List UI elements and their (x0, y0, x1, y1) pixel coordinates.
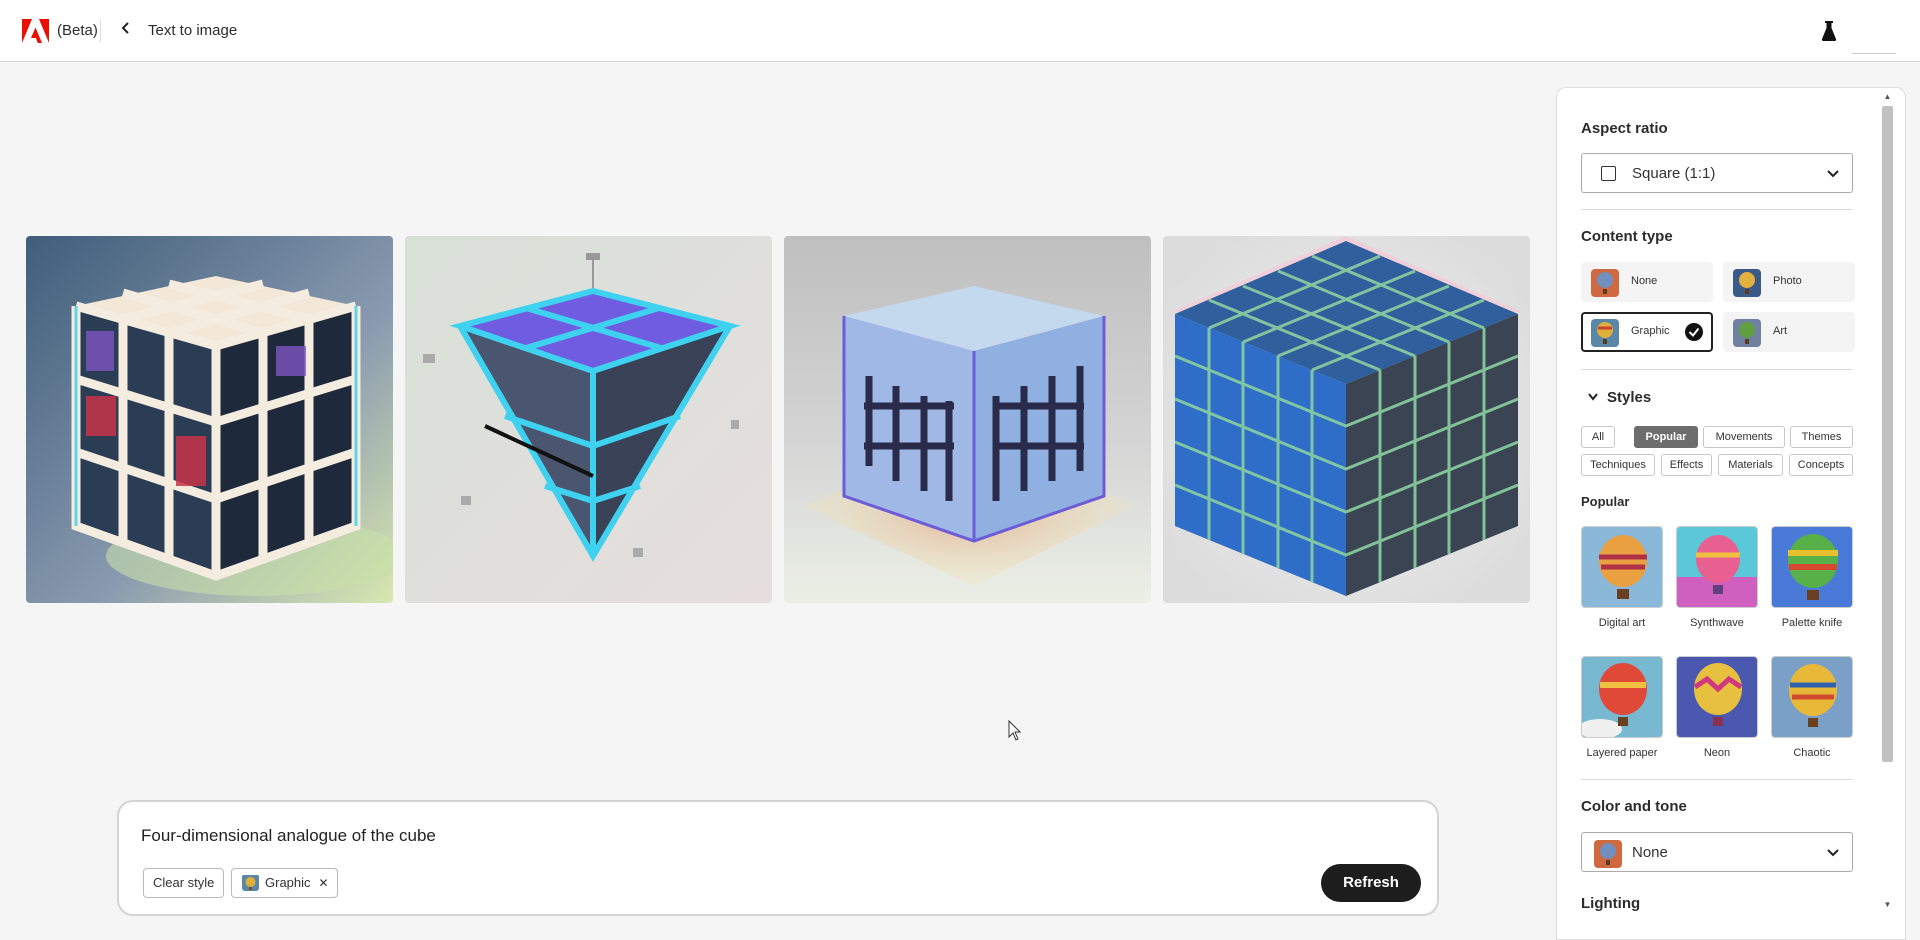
balloon-style-thumbnail-icon (1771, 656, 1853, 738)
mouse-pointer-icon (1008, 720, 1022, 741)
generated-image-2[interactable] (405, 236, 772, 603)
balloon-style-thumbnail-icon (1676, 526, 1758, 608)
avatar[interactable] (1852, 8, 1896, 54)
chevron-down-icon (1587, 392, 1599, 405)
style-tag-materials[interactable]: Materials (1718, 454, 1783, 476)
content-type-label: Graphic (1631, 325, 1670, 337)
refresh-button[interactable]: Refresh (1321, 864, 1421, 902)
square-ratio-icon (1601, 166, 1616, 181)
generated-image-4[interactable] (1163, 236, 1530, 603)
aspect-ratio-dropdown[interactable]: Square (1:1) (1581, 153, 1853, 193)
applied-style-chip[interactable]: Graphic ✕ (231, 868, 338, 898)
balloon-thumbnail-icon (1733, 319, 1761, 347)
back-chevron-icon[interactable] (116, 20, 136, 42)
aspect-ratio-title: Aspect ratio (1581, 120, 1668, 137)
balloon-thumbnail-icon (1591, 269, 1619, 297)
style-card-label: Chaotic (1793, 747, 1831, 759)
style-card-label: Neon (1703, 747, 1731, 759)
top-bar: (Beta) Text to image (0, 0, 1920, 62)
page-title: Text to image (148, 22, 238, 39)
section-divider (1581, 369, 1853, 370)
selected-check-icon (1685, 323, 1703, 341)
lighting-title: Lighting (1581, 895, 1641, 912)
style-card-synthwave[interactable]: Synthwave (1676, 526, 1758, 629)
styles-title: Styles (1607, 389, 1652, 406)
generated-image-1[interactable] (26, 236, 393, 603)
color-and-tone-title: Color and tone (1581, 798, 1687, 815)
style-tag-movements[interactable]: Movements (1703, 426, 1785, 448)
graphic-style-thumbnail-icon (242, 874, 259, 891)
content-type-label: None (1631, 275, 1658, 287)
style-tag-effects[interactable]: Effects (1661, 454, 1712, 476)
content-type-graphic[interactable]: Graphic (1581, 312, 1713, 352)
content-type-label: Photo (1773, 275, 1802, 287)
style-card-layered-paper[interactable]: Layered paper (1581, 656, 1663, 759)
popular-styles-title: Popular (1581, 494, 1630, 509)
section-divider (1581, 209, 1853, 210)
panel-scrollbar[interactable] (1882, 106, 1893, 762)
aspect-ratio-value: Square (1:1) (1632, 165, 1716, 182)
header-divider (100, 20, 101, 42)
content-type-none[interactable]: None (1581, 262, 1713, 302)
generated-image-3[interactable] (784, 236, 1151, 603)
scroll-down-arrow-icon[interactable]: ▼ (1882, 900, 1893, 910)
section-divider (1581, 779, 1853, 780)
styles-section-toggle[interactable]: Styles (1587, 389, 1651, 406)
color-and-tone-value: None (1632, 844, 1668, 861)
applied-style-label: Graphic (265, 875, 311, 890)
beta-lab-flask-icon[interactable] (1818, 19, 1840, 43)
content-type-label: Art (1773, 325, 1788, 337)
prompt-input[interactable]: Four-dimensional analogue of the cube (141, 826, 436, 846)
balloon-style-thumbnail-icon (1581, 656, 1663, 738)
beta-label: (Beta) (57, 22, 98, 39)
chevron-down-icon (1827, 170, 1839, 178)
style-tag-concepts[interactable]: Concepts (1789, 454, 1853, 476)
remove-style-close-icon[interactable]: ✕ (319, 869, 329, 897)
balloon-thumbnail-icon (1591, 319, 1619, 347)
balloon-style-thumbnail-icon (1676, 656, 1758, 738)
color-and-tone-dropdown[interactable]: None (1581, 832, 1853, 872)
style-tag-themes[interactable]: Themes (1790, 426, 1853, 448)
balloon-thumbnail-icon (1594, 840, 1622, 868)
style-card-label: Palette knife (1781, 617, 1843, 629)
content-type-art[interactable]: Art (1723, 312, 1855, 352)
balloon-style-thumbnail-icon (1581, 526, 1663, 608)
balloon-style-thumbnail-icon (1771, 526, 1853, 608)
style-card-chaotic[interactable]: Chaotic (1771, 656, 1853, 759)
style-tag-popular[interactable]: Popular (1634, 426, 1698, 448)
style-card-label: Layered paper (1586, 747, 1658, 759)
style-tag-techniques[interactable]: Techniques (1581, 454, 1655, 476)
style-tag-all[interactable]: All (1581, 426, 1615, 448)
prompt-box[interactable]: Four-dimensional analogue of the cube Cl… (117, 800, 1439, 916)
content-type-title: Content type (1581, 228, 1673, 245)
clear-style-button[interactable]: Clear style (143, 868, 225, 898)
scroll-up-arrow-icon[interactable]: ▲ (1882, 92, 1893, 102)
style-card-label: Digital art (1598, 617, 1646, 629)
adobe-logo-icon[interactable] (22, 19, 49, 43)
style-card-neon[interactable]: Neon (1676, 656, 1758, 759)
style-card-digital-art[interactable]: Digital art (1581, 526, 1663, 629)
style-card-label: Synthwave (1690, 617, 1744, 629)
content-type-photo[interactable]: Photo (1723, 262, 1855, 302)
style-card-palette-knife[interactable]: Palette knife (1771, 526, 1853, 629)
balloon-thumbnail-icon (1733, 269, 1761, 297)
chevron-down-icon (1827, 849, 1839, 857)
